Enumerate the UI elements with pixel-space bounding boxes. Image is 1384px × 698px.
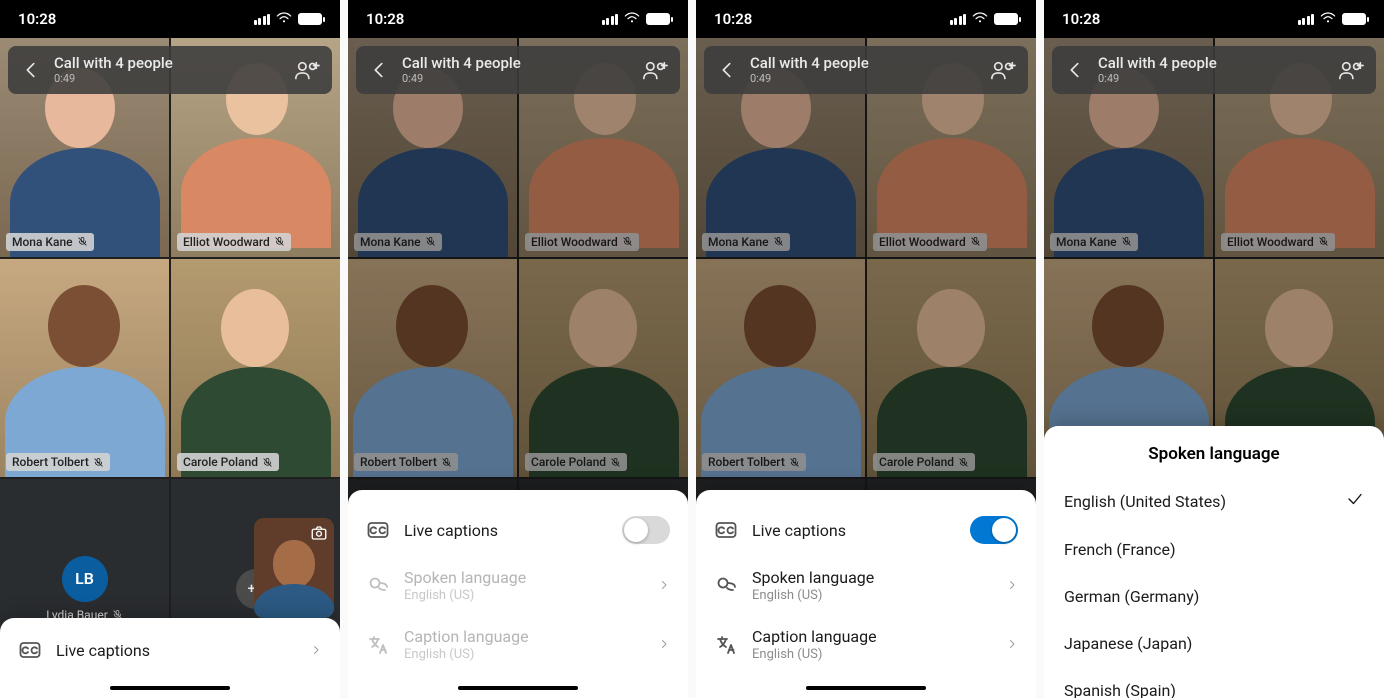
participants-button[interactable]	[294, 59, 320, 81]
translate-icon	[714, 633, 738, 657]
video-tile-carole[interactable]: Carole Poland	[171, 259, 340, 478]
signal-icon	[602, 14, 619, 25]
mic-muted-icon	[262, 457, 273, 468]
live-captions-entry[interactable]: Live captions	[18, 626, 322, 674]
statusbar: 10:28	[0, 0, 340, 38]
spoken-language-row[interactable]: Spoken language English (US)	[714, 556, 1018, 615]
screen-4: Mona Kane Elliot Woodward Robert Tolbert…	[1044, 0, 1384, 698]
sheet-title: Spoken language	[1062, 440, 1366, 476]
language-option-fr[interactable]: French (France)	[1062, 526, 1366, 573]
language-option-en[interactable]: English (United States)	[1062, 476, 1366, 526]
spoken-language-label: Spoken language	[404, 568, 644, 587]
chevron-right-icon	[1006, 635, 1018, 654]
live-captions-toggle[interactable]	[622, 516, 670, 544]
cc-icon	[714, 518, 738, 542]
video-tile-robert[interactable]: Robert Tolbert	[0, 259, 169, 478]
captions-settings-sheet: Live captions Spoken language English (U…	[696, 490, 1036, 698]
live-captions-toggle-row: Live captions	[714, 504, 1018, 556]
chevron-right-icon	[1006, 576, 1018, 595]
participants-button[interactable]	[990, 59, 1016, 81]
home-indicator	[458, 686, 578, 690]
back-button[interactable]	[20, 59, 42, 81]
self-video-pip[interactable]	[254, 518, 334, 618]
spoken-language-row: Spoken language English (US)	[366, 556, 670, 615]
participant-label: Mona Kane	[6, 233, 94, 251]
statusbar: 10:28	[348, 0, 688, 38]
caption-language-row[interactable]: Caption language English (US)	[714, 615, 1018, 674]
spoken-language-value: English (US)	[404, 588, 644, 603]
camera-flip-icon[interactable]	[310, 524, 328, 542]
live-captions-label: Live captions	[56, 641, 296, 660]
battery-icon	[298, 13, 322, 25]
home-indicator	[110, 686, 230, 690]
language-option-de[interactable]: German (Germany)	[1062, 573, 1366, 620]
participants-button[interactable]	[1338, 59, 1364, 81]
call-header: Call with 4 people 0:49	[8, 46, 332, 94]
language-option-es[interactable]: Spanish (Spain)	[1062, 667, 1366, 698]
live-captions-toggle-row: Live captions	[366, 504, 670, 556]
mic-muted-icon	[274, 236, 285, 247]
chevron-right-icon	[310, 641, 322, 660]
screen-3: Mona Kane Elliot Woodward Robert Tolbert…	[696, 0, 1036, 698]
home-indicator	[806, 686, 926, 690]
screen-1: Mona Kane Elliot Woodward	[0, 0, 340, 698]
participants-button[interactable]	[642, 59, 668, 81]
cc-icon	[366, 518, 390, 542]
spoken-language-icon	[366, 574, 390, 598]
cc-icon	[18, 638, 42, 662]
live-captions-entry-sheet: Live captions	[0, 618, 340, 698]
caption-language-label: Caption language	[404, 627, 644, 646]
call-title: Call with 4 people	[54, 55, 282, 72]
screen-2: Mona Kane Elliot Woodward Robert Tolbert…	[348, 0, 688, 698]
spoken-language-sheet: Spoken language English (United States) …	[1044, 426, 1384, 698]
live-captions-toggle[interactable]	[970, 516, 1018, 544]
mic-muted-icon	[77, 236, 88, 247]
clock: 10:28	[18, 10, 56, 28]
back-button[interactable]	[1064, 59, 1086, 81]
captions-settings-sheet: Live captions Spoken language English (U…	[348, 490, 688, 698]
wifi-icon	[276, 10, 292, 28]
chevron-right-icon	[658, 576, 670, 595]
caption-language-row: Caption language English (US)	[366, 615, 670, 674]
participant-label: Carole Poland	[177, 453, 279, 471]
caption-language-value: English (US)	[404, 647, 644, 662]
mic-muted-icon	[93, 457, 104, 468]
chevron-right-icon	[658, 635, 670, 654]
signal-icon	[254, 14, 271, 25]
call-duration: 0:49	[54, 73, 282, 85]
spoken-language-icon	[714, 574, 738, 598]
participant-label: Elliot Woodward	[177, 233, 291, 251]
language-option-ja[interactable]: Japanese (Japan)	[1062, 620, 1366, 667]
call-header: Call with 4 people0:49	[356, 46, 680, 94]
wifi-icon	[624, 10, 640, 28]
back-button[interactable]	[368, 59, 390, 81]
battery-icon	[646, 13, 670, 25]
back-button[interactable]	[716, 59, 738, 81]
check-icon	[1346, 490, 1364, 512]
translate-icon	[366, 633, 390, 657]
participant-label: Robert Tolbert	[6, 453, 110, 471]
live-captions-label: Live captions	[404, 521, 608, 540]
avatar: LB	[62, 556, 108, 602]
